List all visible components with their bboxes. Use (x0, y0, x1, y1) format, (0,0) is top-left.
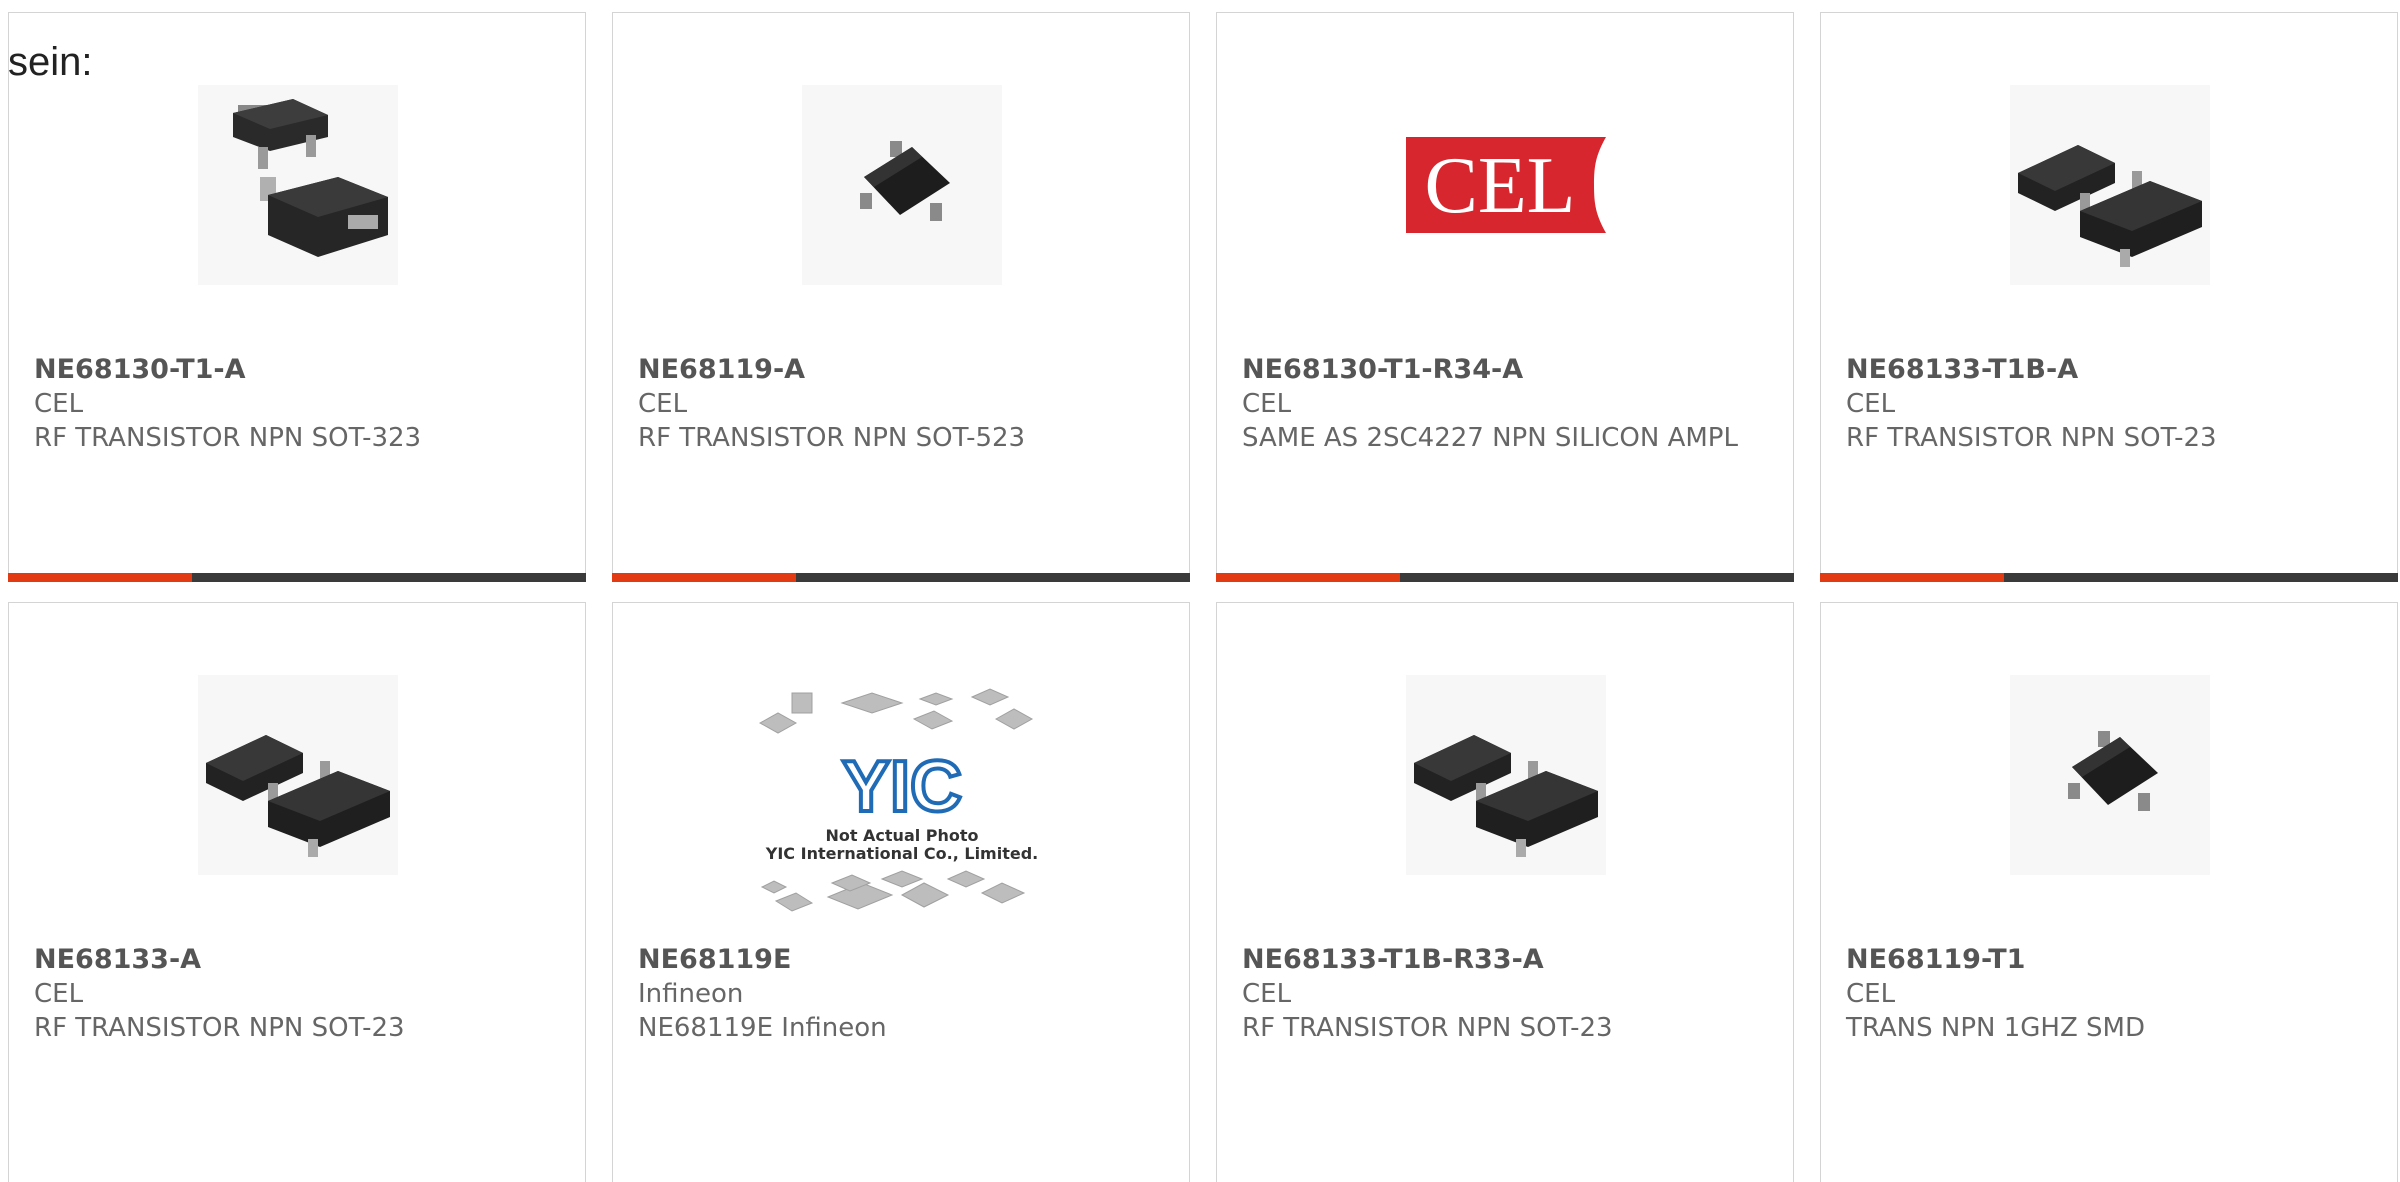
product-card[interactable]: YIC Not Actual Photo YIC International C… (612, 602, 1190, 1182)
cel-logo-icon: CEL (1406, 137, 1606, 233)
product-card[interactable]: NE68130-T1-A CEL RF TRANSISTOR NPN SOT-3… (8, 12, 586, 582)
part-number[interactable]: NE68133-T1B-R33-A (1242, 943, 1773, 977)
product-image[interactable] (1406, 675, 1606, 875)
card-bottom-bar (1820, 573, 2398, 582)
part-number[interactable]: NE68130-T1-A (34, 353, 565, 387)
product-image[interactable] (802, 85, 1002, 285)
card-bottom-bar (612, 573, 1190, 582)
card-accent (612, 573, 796, 582)
svg-text:Not Actual Photo: Not Actual Photo (825, 826, 978, 845)
description: RF TRANSISTOR NPN SOT-323 (34, 423, 422, 453)
sot323-transistor-icon (233, 99, 388, 257)
not-actual-photo-placeholder-icon: YIC Not Actual Photo YIC International C… (758, 688, 1038, 912)
sot23-transistor-icon (1414, 735, 1598, 857)
intro-text: sein: (8, 40, 93, 84)
description: NE68119E Infineon (638, 1013, 887, 1043)
description: RF TRANSISTOR NPN SOT-523 (638, 423, 1026, 453)
sot523-transistor-icon (860, 141, 950, 221)
description: SAME AS 2SC4227 NPN SILICON AMPL (1242, 423, 1738, 453)
manufacturer: CEL (638, 389, 688, 419)
product-grid: NE68130-T1-A CEL RF TRANSISTOR NPN SOT-3… (0, 0, 2400, 1182)
manufacturer: Infineon (638, 979, 744, 1009)
product-card[interactable]: CEL NE68130-T1-R34-A CEL SAME AS 2SC4227… (1216, 12, 1794, 582)
card-bottom-bar (8, 573, 586, 582)
product-image[interactable] (2010, 85, 2210, 285)
manufacturer: CEL (1242, 979, 1292, 1009)
svg-text:YIC International Co., Limited: YIC International Co., Limited. (765, 844, 1038, 863)
part-number[interactable]: NE68119E (638, 943, 1169, 977)
product-card[interactable]: NE68133-A CEL RF TRANSISTOR NPN SOT-23 (8, 602, 586, 1182)
description: RF TRANSISTOR NPN SOT-23 (34, 1013, 405, 1043)
manufacturer: CEL (1242, 389, 1292, 419)
description: TRANS NPN 1GHZ SMD (1846, 1013, 2146, 1043)
part-number[interactable]: NE68119-T1 (1846, 943, 2377, 977)
part-number[interactable]: NE68133-T1B-A (1846, 353, 2377, 387)
manufacturer: CEL (1846, 979, 1896, 1009)
product-card[interactable]: NE68133-T1B-R33-A CEL RF TRANSISTOR NPN … (1216, 602, 1794, 1182)
part-number[interactable]: NE68133-A (34, 943, 565, 977)
product-card[interactable]: NE68119-A CEL RF TRANSISTOR NPN SOT-523 (612, 12, 1190, 582)
description: RF TRANSISTOR NPN SOT-23 (1242, 1013, 1613, 1043)
product-image[interactable]: CEL (1406, 85, 1606, 285)
product-card[interactable]: NE68119-T1 CEL TRANS NPN 1GHZ SMD (1820, 602, 2398, 1182)
card-bottom-bar (1216, 573, 1794, 582)
card-accent (8, 573, 192, 582)
product-image[interactable] (2010, 675, 2210, 875)
description: RF TRANSISTOR NPN SOT-23 (1846, 423, 2217, 453)
product-image[interactable] (198, 85, 398, 285)
sot23-transistor-icon (2018, 145, 2202, 267)
product-card[interactable]: NE68133-T1B-A CEL RF TRANSISTOR NPN SOT-… (1820, 12, 2398, 582)
manufacturer: CEL (1846, 389, 1896, 419)
sot23-transistor-icon (206, 735, 390, 857)
product-image[interactable] (198, 675, 398, 875)
card-accent (1820, 573, 2004, 582)
card-accent (1216, 573, 1400, 582)
part-number[interactable]: NE68119-A (638, 353, 1169, 387)
svg-text:CEL: CEL (1424, 142, 1575, 230)
product-image[interactable]: YIC Not Actual Photo YIC International C… (752, 683, 1052, 933)
part-number[interactable]: NE68130-T1-R34-A (1242, 353, 1773, 387)
manufacturer: CEL (34, 389, 84, 419)
sot523-transistor-icon (2068, 731, 2158, 811)
manufacturer: CEL (34, 979, 84, 1009)
svg-text:YIC: YIC (842, 747, 962, 827)
